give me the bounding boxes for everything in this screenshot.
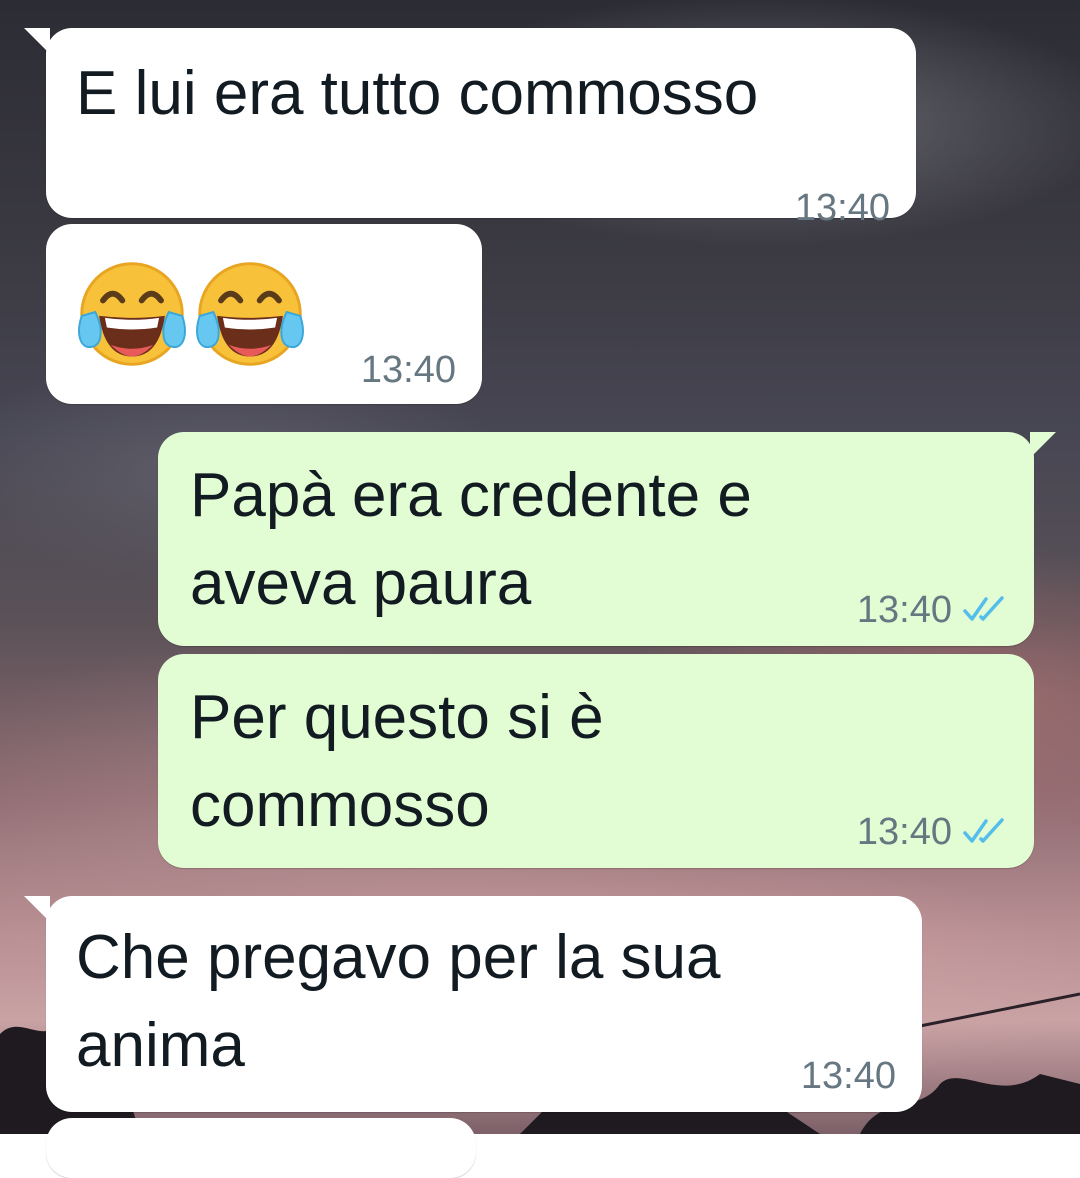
read-receipt-icon [963,596,1004,621]
message-bubble-incoming[interactable]: E lui era tutto commosso 13:40 [24,28,916,228]
message-text-line: E lui era tutto commosso [76,59,759,128]
message-timestamp: 13:40 [856,589,952,631]
message-bubble-incoming[interactable]: Che pregavo per la sua anima 13:40 [24,896,922,1112]
message-text-line: Per questo si è [190,683,604,752]
bubble-tail [1030,432,1056,458]
face-with-tears-of-joy-icon [196,262,304,366]
message-timestamp: 13:40 [360,349,456,391]
message-timestamp: 13:40 [800,1055,896,1097]
message-bubble-incoming-partial[interactable] [46,1118,476,1178]
message-text-line: Papà era credente e [190,461,752,530]
message-bubble-outgoing[interactable]: Papà era credente e aveva paura 13:40 [158,432,1056,646]
message-timestamp: 13:40 [856,811,952,853]
message-text-line: anima [76,1011,245,1080]
bubble-tail [24,28,50,54]
message-bubble-incoming[interactable]: 13:40 [46,224,482,404]
read-receipt-icon [963,818,1004,843]
message-text-line: Che pregavo per la sua [76,923,721,992]
message-text-line: aveva paura [190,549,532,618]
message-text-line: commosso [190,771,490,840]
face-with-tears-of-joy-icon [78,262,186,366]
bubble-tail [24,896,50,922]
message-timestamp: 13:40 [794,187,890,229]
message-bubble-outgoing[interactable]: Per questo si è commosso 13:40 [158,654,1034,868]
